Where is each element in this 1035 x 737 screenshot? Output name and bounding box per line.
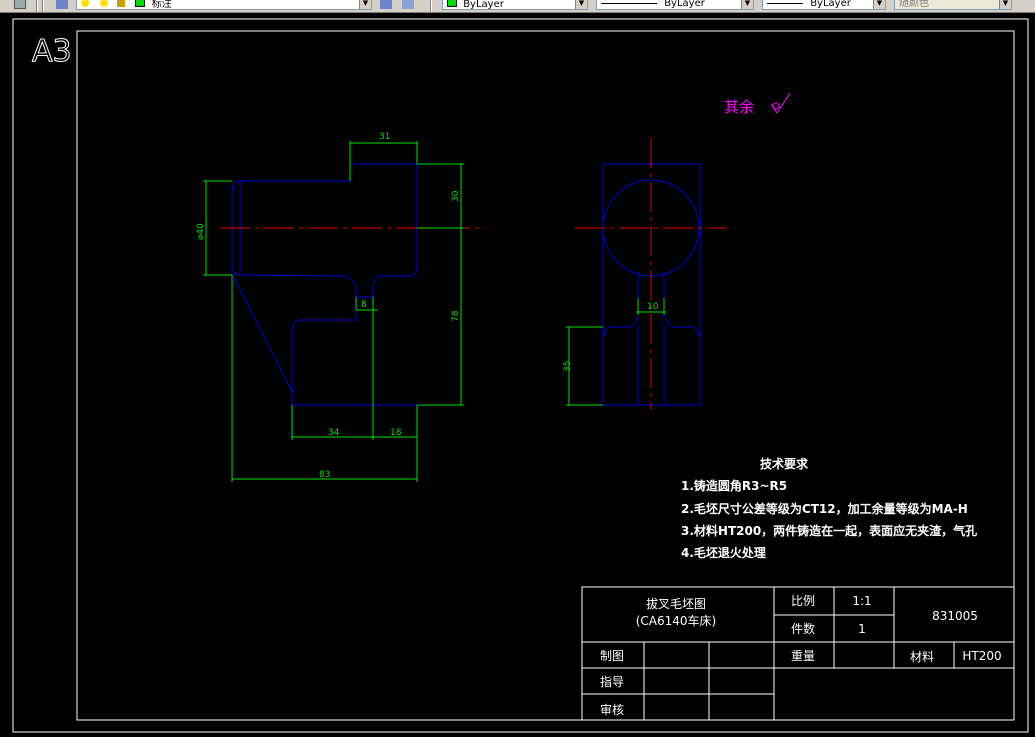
review-label: 审核 [600,702,624,717]
lock-icon [117,0,126,7]
material-label: 材料 [910,650,934,664]
side-rib-left [603,272,639,337]
tech-title: 技术要求 [760,456,809,471]
dim-83: 83 [319,470,330,480]
front-view-outline [231,163,418,406]
lineweight-preview [767,2,803,4]
layer-name: 标注 [151,0,172,10]
part-name: 拔叉毛坯图 [646,596,706,611]
drawing-canvas[interactable]: A3 其余 31 30 ⌀40 8 78 34 18 83 10 35 技术要求… [0,12,1035,737]
weight-label: 重量 [791,649,815,663]
drawn-label: 制图 [600,649,624,663]
lightbulb-icon [81,0,89,7]
tech-item-1: 1.铸造圆角R3~R5 [681,478,787,493]
dim-18: 18 [390,428,402,438]
chevron-down-icon[interactable]: ▼ [741,0,753,9]
chevron-down-icon[interactable]: ▼ [575,0,587,9]
tech-item-3: 3.材料HT200，两件铸造在一起，表面应无夹渣，气孔 [681,523,977,538]
sheet-inner-frame [76,30,1015,721]
dim-35: 35 [563,361,573,372]
plotstyle-value: 随颜色 [899,0,929,9]
roughness-circle-icon [772,102,780,110]
make-layer-current-icon[interactable] [380,0,392,9]
dim-40: ⌀40 [196,223,206,240]
linetype-value: ByLayer [664,0,705,9]
front-view [231,163,418,406]
linetype-dropdown[interactable]: ByLayer ▼ [596,0,754,10]
screen-icon[interactable] [14,0,26,9]
sheet-size-label: A3 [32,34,72,69]
tech-item-2: 2.毛坯尺寸公差等级为CT12，加工余量等级为MA-H [681,501,968,516]
part-machine: (CA6140车床) [636,613,717,628]
chevron-down-icon[interactable]: ▼ [873,0,885,9]
lineweight-dropdown[interactable]: ByLayer ▼ [762,0,886,10]
toolbar-separator [42,0,44,12]
color-swatch [447,0,457,7]
scale-value: 1:1 [852,594,871,608]
dim-78: 78 [451,310,461,322]
guide-label: 指导 [600,674,624,689]
tech-item-4: 4.毛坯退火处理 [681,545,766,560]
layer-dropdown[interactable]: 标注 ▼ [76,0,372,10]
title-block-text: 拔叉毛坯图 (CA6140车床) 比例 1:1 件数 1 831005 制图 重… [600,594,1002,717]
chevron-down-icon: ▼ [999,0,1011,9]
material-value: HT200 [962,649,1001,663]
front-dimension-labels: 31 30 ⌀40 8 78 34 18 83 [196,132,461,480]
qty-label: 件数 [791,621,815,636]
tech-requirements: 技术要求 1.铸造圆角R3~R5 2.毛坯尺寸公差等级为CT12，加工余量等级为… [681,456,977,560]
toolbar-separator [430,0,432,12]
plotstyle-dropdown: 随颜色 ▼ [894,0,1012,10]
color-value: ByLayer [463,0,504,10]
dim-8: 8 [361,300,367,310]
roughness-symbol-icon [770,92,791,114]
side-rib-right [663,272,700,337]
color-dropdown[interactable]: ByLayer ▼ [442,0,588,10]
layer-previous-icon[interactable] [402,0,414,9]
toolbar-separator [36,0,38,12]
chevron-down-icon[interactable]: ▼ [359,0,371,9]
drawing-number: 831005 [932,609,978,623]
layer-manager-icon[interactable] [56,0,68,9]
roughness-label: 其余 [724,98,754,116]
lineweight-value: ByLayer [810,0,851,9]
linetype-preview [601,2,657,4]
qty-value: 1 [858,622,866,636]
layer-color-swatch [134,0,145,7]
dim-10: 10 [647,302,659,312]
scale-label: 比例 [791,594,815,608]
sheet-outer-frame [12,18,1029,733]
dim-34: 34 [328,428,340,438]
sun-icon [100,0,109,7]
dim-30: 30 [451,190,461,202]
dim-31: 31 [379,132,390,142]
